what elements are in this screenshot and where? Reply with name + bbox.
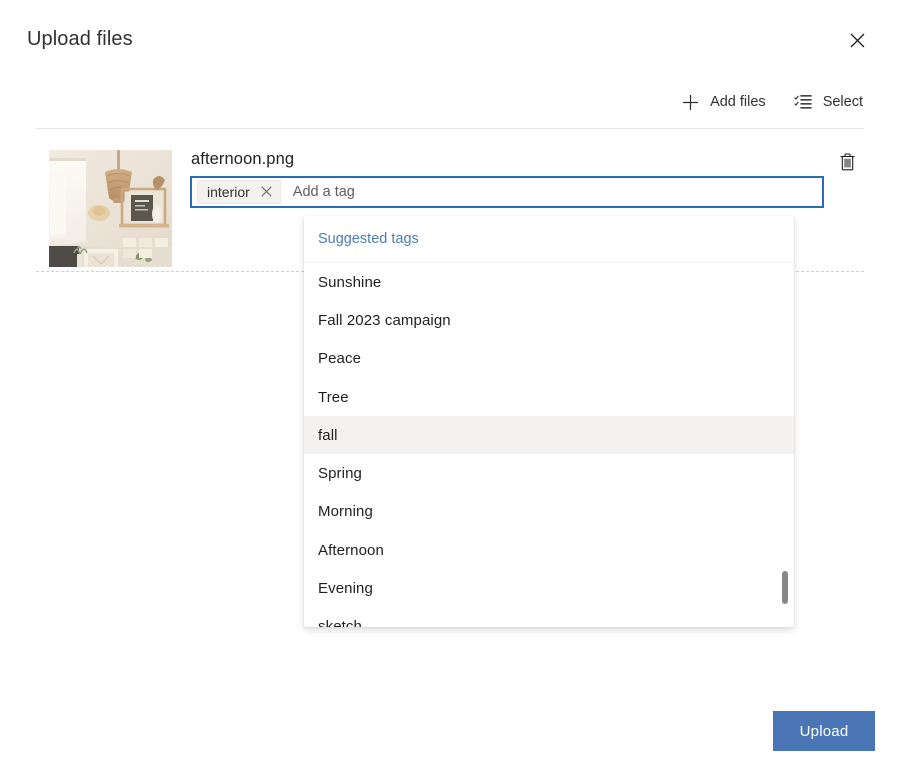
tag-input[interactable]: interior Add a tag <box>190 176 824 208</box>
close-button[interactable] <box>837 22 877 62</box>
add-files-label: Add files <box>710 94 766 110</box>
checklist-icon <box>794 93 812 111</box>
file-thumbnail <box>49 150 172 267</box>
command-bar: Add files Select <box>27 84 873 120</box>
list-item[interactable]: Peace <box>304 340 794 378</box>
list-item[interactable]: Afternoon <box>304 531 794 569</box>
file-name: afternoon.png <box>191 150 294 169</box>
list-item[interactable]: Spring <box>304 454 794 492</box>
upload-files-dialog: Upload files Add files <box>0 0 900 776</box>
list-item[interactable]: sketch <box>304 608 794 627</box>
tag-input-placeholder: Add a tag <box>293 184 819 200</box>
list-item[interactable]: Tree <box>304 378 794 416</box>
plus-icon <box>681 93 699 111</box>
select-button[interactable]: Select <box>784 84 873 120</box>
upload-button[interactable]: Upload <box>773 711 875 751</box>
page-title: Upload files <box>27 28 133 51</box>
trash-icon <box>839 153 856 174</box>
tag-chip-label: interior <box>207 184 250 200</box>
add-files-button[interactable]: Add files <box>671 84 776 120</box>
dropdown-scrollbar-thumb[interactable] <box>782 571 788 604</box>
tag-chip-remove-button[interactable] <box>254 181 280 203</box>
list-item[interactable]: Sunshine <box>304 263 794 301</box>
select-label: Select <box>823 94 863 110</box>
list-item[interactable]: Fall 2023 campaign <box>304 301 794 339</box>
close-icon <box>261 185 272 200</box>
suggested-tags-header: Suggested tags <box>304 216 794 263</box>
suggested-tags-list: Sunshine Fall 2023 campaign Peace Tree f… <box>304 263 794 627</box>
suggested-tags-dropdown: Suggested tags Sunshine Fall 2023 campai… <box>304 216 794 627</box>
list-item[interactable]: Morning <box>304 493 794 531</box>
delete-file-button[interactable] <box>830 146 864 180</box>
tag-chip-interior[interactable]: interior <box>197 180 281 204</box>
list-item[interactable]: fall <box>304 416 794 454</box>
list-item[interactable]: Evening <box>304 569 794 607</box>
close-icon <box>850 33 865 51</box>
toolbar-divider <box>36 128 864 129</box>
